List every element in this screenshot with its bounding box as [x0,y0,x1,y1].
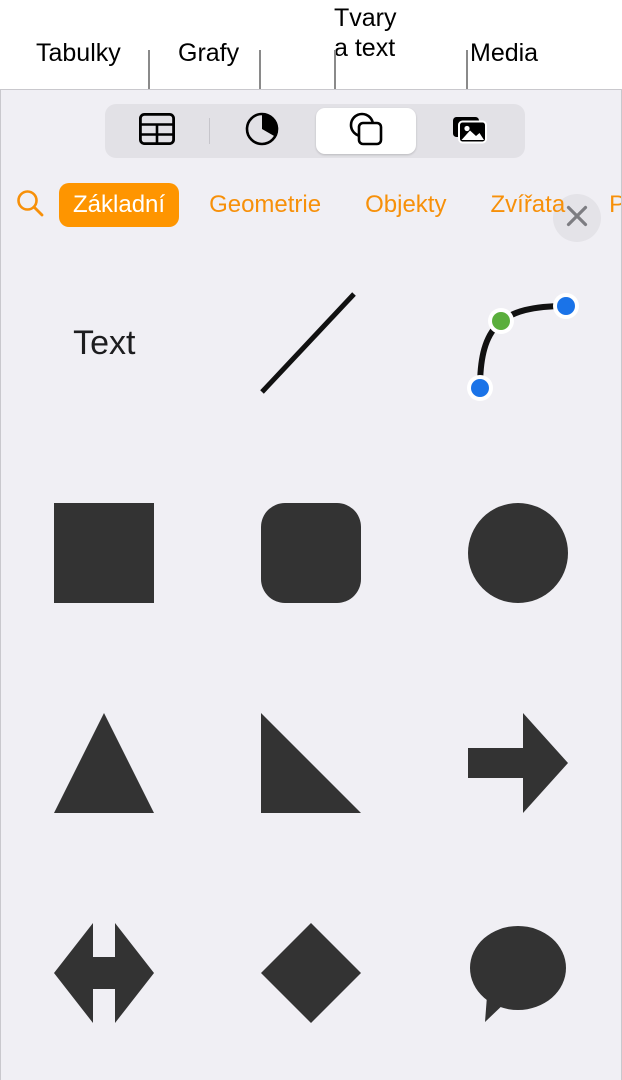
shape-speech-bubble[interactable] [414,868,621,1078]
media-icon [451,113,489,150]
tab-objekty[interactable]: Objekty [351,183,460,227]
insert-toolbar [1,90,621,242]
tab-geometrie[interactable]: Geometrie [195,183,335,227]
search-icon [15,188,45,223]
callout-label-media: Media [470,39,539,67]
double-arrow-shape [52,921,156,1025]
callout-line-media [466,50,468,89]
callout-line-charts [259,50,261,89]
line-shape [256,288,366,398]
tables-button[interactable] [107,108,207,154]
shape-curve[interactable] [414,238,621,448]
shape-rounded-square[interactable] [208,448,415,658]
callout-label-tables: Tabulky [36,39,121,67]
callout-annotation-layer: Tabulky Grafy Tvary a text Media [0,0,622,90]
shape-arrow-right[interactable] [414,658,621,868]
speech-bubble-shape [463,918,573,1028]
shape-circle[interactable] [414,448,621,658]
shape-diamond[interactable] [208,868,415,1078]
curve-handle-mid [491,312,510,330]
diamond-shape [259,921,363,1025]
category-tab-strip[interactable]: Základní Geometrie Objekty Zvířata P [1,172,621,238]
pie-chart-icon [245,112,279,151]
triangle-shape [52,711,156,815]
shape-right-triangle[interactable] [208,658,415,868]
curve-handle-end [556,297,575,315]
shapes-popover-panel: Základní Geometrie Objekty Zvířata P Tex… [0,89,622,1080]
shape-square[interactable] [1,448,208,658]
charts-button[interactable] [212,108,312,154]
segmented-control[interactable] [105,104,525,158]
tab-priroda-truncated[interactable]: P [595,183,621,227]
media-button[interactable] [420,108,520,154]
tab-zakladni[interactable]: Základní [59,183,180,227]
search-button[interactable] [1,188,59,223]
rounded-square-shape [259,501,363,605]
arrow-right-shape [466,711,570,815]
shape-triangle[interactable] [1,658,208,868]
table-icon [138,112,176,150]
shape-line[interactable] [208,238,415,448]
tab-zvirata[interactable]: Zvířata [476,183,579,227]
shape-double-arrow[interactable] [1,868,208,1078]
shape-grid: Text [1,238,621,1078]
shapes-button[interactable] [316,108,416,154]
callout-label-shapes-text: Tvary a text [334,4,397,62]
shapes-icon [346,112,386,151]
circle-shape [466,501,570,605]
toolbar-divider [209,118,210,144]
callout-line-shapes-text [334,50,336,89]
right-triangle-shape [259,711,363,815]
shape-text[interactable]: Text [1,238,208,448]
callout-line-tables [148,50,150,89]
callout-label-charts: Grafy [178,39,240,67]
curve-handle-start [470,379,489,397]
text-shape: Text [73,323,136,362]
square-shape [52,501,156,605]
curve-shape [453,278,583,408]
